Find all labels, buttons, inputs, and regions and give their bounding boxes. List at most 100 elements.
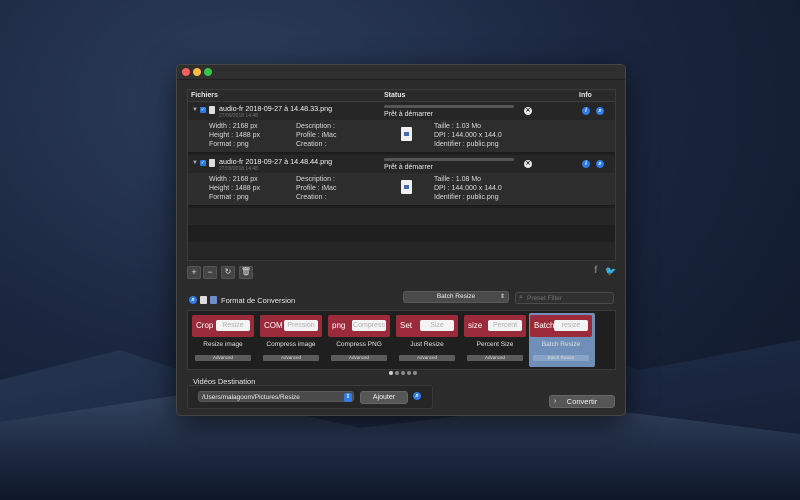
preset-card[interactable]: COM Pression Compress image Advanced <box>259 313 323 367</box>
add-destination-button[interactable]: Ajouter <box>360 391 408 404</box>
preset-select[interactable]: Batch Resize ⇕ <box>403 291 509 303</box>
advanced-button[interactable]: Advanced <box>399 355 455 361</box>
file-date: 27/09/2018 14:48 <box>219 113 258 119</box>
column-info[interactable]: Info <box>579 92 592 99</box>
advanced-button[interactable]: Advanced <box>331 355 387 361</box>
preset-filter-input[interactable] <box>527 293 609 303</box>
close-window-button[interactable] <box>182 68 190 76</box>
preset-card[interactable]: Set Size Just Resize Advanced <box>395 313 459 367</box>
preset-code: Batch <box>534 321 555 330</box>
table-header: Fichiers Status Info <box>188 90 615 102</box>
remove-icon[interactable]: ✕ <box>524 160 532 168</box>
facebook-icon[interactable]: f <box>594 265 597 276</box>
file-identifier: Identifier : public.png <box>434 194 499 201</box>
advanced-button[interactable]: Batch Resize <box>533 355 589 361</box>
file-icon <box>209 159 215 167</box>
advanced-button[interactable]: Advanced <box>467 355 523 361</box>
advanced-button[interactable]: Advanced <box>263 355 319 361</box>
trash-icon[interactable]: 🗑 <box>239 266 253 279</box>
checkbox[interactable]: ✓ <box>200 160 206 166</box>
image-height: Height : 1488 px <box>209 185 260 192</box>
checkbox[interactable]: ✓ <box>200 107 206 113</box>
status-text: Prêt à démarrer <box>384 111 434 118</box>
chevron-updown-icon: ⇕ <box>344 393 352 402</box>
image-profile: Profile : iMac <box>296 132 337 139</box>
search-icon[interactable]: ⌕ <box>189 296 197 304</box>
file-row-header[interactable]: ▼ ✓ audio-fr 2018-09-27 à 14.48.33.png 2… <box>188 102 615 120</box>
twitter-icon[interactable]: 🐦 <box>605 266 616 277</box>
remove-icon[interactable]: ✕ <box>524 107 532 115</box>
minimize-window-button[interactable] <box>193 68 201 76</box>
page-dot[interactable] <box>389 371 393 375</box>
search-icon[interactable]: ⌕ <box>413 392 421 400</box>
search-icon[interactable]: ⌕ <box>596 160 604 168</box>
chevron-right-icon: › <box>554 398 557 405</box>
destination-path-select[interactable]: /Users/malagoom/Pictures/Resize ⇕ <box>198 391 354 402</box>
remove-file-button[interactable]: − <box>203 266 217 279</box>
preset-field: Compress <box>352 320 386 331</box>
preset-field: Percent <box>488 320 522 331</box>
format-title: Format de Conversion <box>221 296 296 305</box>
convert-label: Convertir <box>566 397 598 406</box>
preset-label: Compress image <box>266 341 316 348</box>
preset-code: png <box>332 321 346 330</box>
image-dpi: DPI : 144.000 x 144.0 <box>434 132 502 139</box>
file-row-header[interactable]: ▼ ✓ audio-fr 2018-09-27 à 14.48.44.png 2… <box>188 155 615 173</box>
preset-card[interactable]: png Compress Compress PNG Advanced <box>327 313 391 367</box>
preset-card-selected[interactable]: Batch resize Batch Resize Batch Resize <box>529 313 595 367</box>
preset-label: Batch Resize <box>541 341 581 348</box>
preset-code: COM <box>264 321 283 330</box>
file-size: Taille : 1.08 Mo <box>434 176 482 183</box>
image-profile: Profile : iMac <box>296 185 337 192</box>
file-name: audio-fr 2018-09-27 à 14.48.44.png <box>219 157 333 166</box>
preset-filter-field[interactable]: ⌕ <box>515 292 614 304</box>
table-row[interactable]: ▼ ✓ audio-fr 2018-09-27 à 14.48.33.png 2… <box>188 102 615 153</box>
copy-icon <box>210 296 217 304</box>
disclosure-triangle-icon[interactable]: ▼ <box>192 160 198 166</box>
file-icon <box>200 296 207 304</box>
format-bar: ⌕ Format de Conversion Batch Resize ⇕ ⌕ <box>187 291 614 307</box>
image-format: Format : png <box>209 194 249 201</box>
status-text: Prêt à démarrer <box>384 164 434 171</box>
preset-code: Crop <box>196 321 214 330</box>
preset-card[interactable]: Crop Resize Resize image Advanced <box>191 313 255 367</box>
disclosure-triangle-icon[interactable]: ▼ <box>192 107 198 113</box>
title-bar <box>177 65 625 80</box>
document-preview-icon <box>401 180 412 194</box>
empty-row <box>188 242 615 259</box>
page-dot[interactable] <box>395 371 399 375</box>
refresh-icon[interactable]: ↻ <box>221 266 235 279</box>
page-dot[interactable] <box>407 371 411 375</box>
preset-label: Compress PNG <box>336 341 382 348</box>
preset-field: Resize <box>216 320 250 331</box>
zoom-window-button[interactable] <box>204 68 212 76</box>
column-status[interactable]: Status <box>384 92 405 99</box>
add-file-button[interactable]: + <box>187 266 201 279</box>
image-dpi: DPI : 144.000 x 144.0 <box>434 185 502 192</box>
file-identifier: Identifier : public.png <box>434 141 499 148</box>
image-description: Description : <box>296 176 335 183</box>
preset-field: resize <box>554 320 588 331</box>
preset-label: Percent Size <box>476 341 514 348</box>
image-description: Description : <box>296 123 335 130</box>
preset-card[interactable]: size Percent Percent Size Advanced <box>463 313 527 367</box>
search-icon[interactable]: ⌕ <box>596 107 604 115</box>
convert-button[interactable]: › Convertir <box>549 395 615 408</box>
page-dot[interactable] <box>401 371 405 375</box>
file-name: audio-fr 2018-09-27 à 14.48.33.png <box>219 104 333 113</box>
image-format: Format : png <box>209 141 249 148</box>
chevron-updown-icon: ⇕ <box>499 294 505 300</box>
files-table: Fichiers Status Info ▼ ✓ audio-fr 2018-0… <box>187 89 616 261</box>
image-creation: Creation : <box>296 141 327 148</box>
presets-gallery: Crop Resize Resize image Advanced COM Pres… <box>187 310 616 370</box>
page-dot[interactable] <box>413 371 417 375</box>
info-icon[interactable]: i <box>582 160 590 168</box>
preset-select-value: Batch Resize <box>436 293 476 300</box>
info-icon[interactable]: i <box>582 107 590 115</box>
advanced-button[interactable]: Advanced <box>195 355 251 361</box>
destination-box: /Users/malagoom/Pictures/Resize ⇕ Ajoute… <box>187 385 433 409</box>
table-row[interactable]: ▼ ✓ audio-fr 2018-09-27 à 14.48.44.png 2… <box>188 155 615 206</box>
search-icon: ⌕ <box>519 294 523 301</box>
destination-path: /Users/malagoom/Pictures/Resize <box>202 394 300 401</box>
column-files[interactable]: Fichiers <box>191 92 218 99</box>
